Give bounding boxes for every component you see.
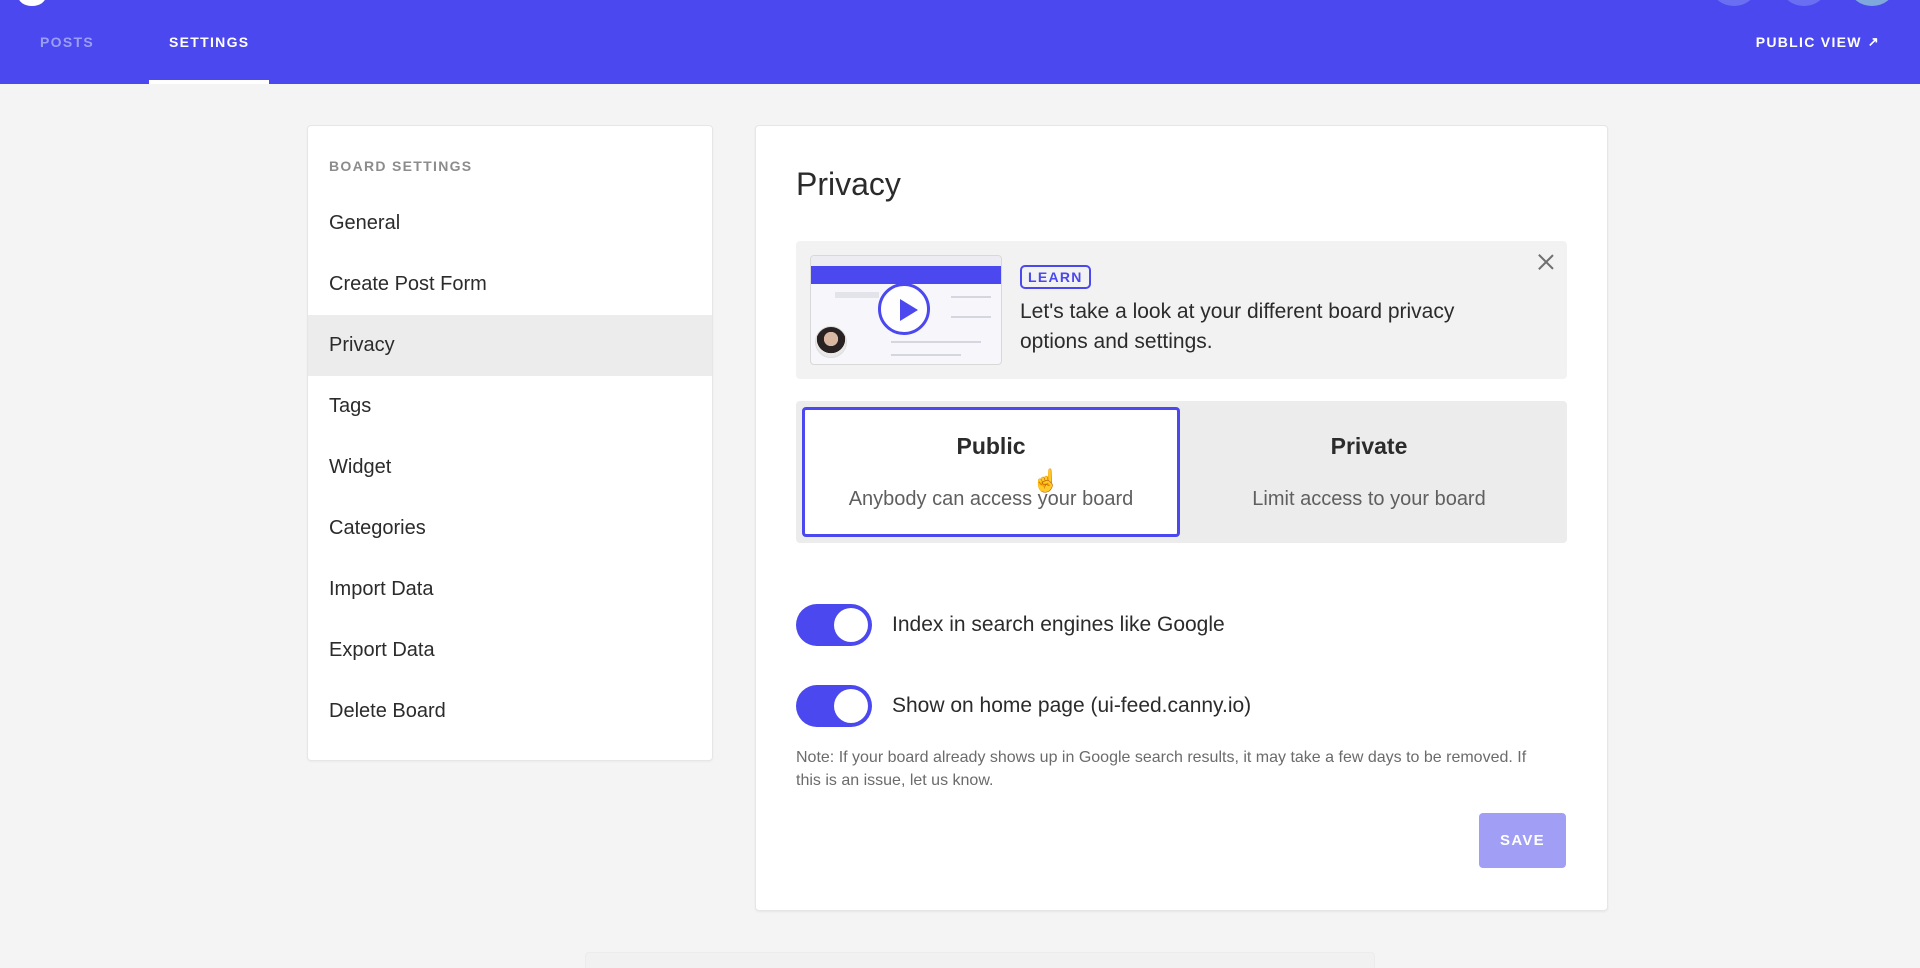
sidebar-item-delete-board[interactable]: Delete Board (308, 681, 712, 742)
tab-settings[interactable]: SETTINGS (149, 0, 270, 84)
thumbnail-line (951, 316, 991, 318)
sidebar-item-widget[interactable]: Widget (308, 437, 712, 498)
option-title: Public (956, 433, 1026, 459)
sidebar-menu: General Create Post Form Privacy Tags Wi… (308, 193, 712, 742)
sidebar-item-general[interactable]: General (308, 193, 712, 254)
privacy-note: Note: If your board already shows up in … (796, 749, 1527, 789)
external-link-icon: ↗ (1867, 34, 1880, 49)
option-title: Private (1330, 433, 1408, 459)
privacy-option-private[interactable]: Private Limit access to your board (1180, 407, 1558, 537)
public-view-link[interactable]: PUBLIC VIEW ↗ (1756, 0, 1880, 84)
sidebar-item-create-post-form[interactable]: Create Post Form (308, 254, 712, 315)
close-icon[interactable] (1535, 251, 1557, 273)
thumbnail-sidebar (835, 292, 879, 298)
sidebar-heading: BOARD SETTINGS (329, 158, 473, 174)
learn-badge: LEARN (1020, 265, 1091, 289)
board-settings-sidebar: BOARD SETTINGS General Create Post Form … (307, 125, 713, 761)
sidebar-item-categories[interactable]: Categories (308, 498, 712, 559)
sidebar-item-export-data[interactable]: Export Data (308, 620, 712, 681)
notification-icon[interactable] (1712, 0, 1756, 6)
public-view-label: PUBLIC VIEW (1755, 34, 1862, 50)
nav-tabs: POSTS SETTINGS (0, 0, 270, 84)
presenter-avatar (815, 326, 847, 358)
index-search-engines-setting: Index in search engines like Google (796, 604, 1225, 646)
toggle-knob (834, 689, 868, 723)
thumbnail-line (951, 296, 991, 298)
thumbnail-header (811, 266, 1001, 284)
sidebar-item-privacy[interactable]: Privacy (308, 315, 712, 376)
thumbnail-line (891, 341, 981, 343)
top-nav-bar: POSTS SETTINGS PUBLIC VIEW ↗ (0, 0, 1920, 84)
show-on-home-page-setting: Show on home page (ui-feed.canny.io) (796, 685, 1251, 727)
learn-banner: LEARN Let's take a look at your differen… (796, 241, 1567, 379)
privacy-option-selector: Public Anybody can access your board Pri… (796, 401, 1567, 543)
show-on-home-page-toggle[interactable] (796, 685, 872, 727)
video-thumbnail[interactable] (810, 255, 1002, 365)
page-title: Privacy (796, 166, 901, 202)
privacy-settings-panel: Privacy LEARN Let's take a look at your … (755, 125, 1608, 911)
sidebar-item-tags[interactable]: Tags (308, 376, 712, 437)
privacy-option-public[interactable]: Public Anybody can access your board (802, 407, 1180, 537)
index-search-engines-toggle[interactable] (796, 604, 872, 646)
learn-text: Let's take a look at your different boar… (1020, 300, 1455, 353)
play-icon[interactable] (878, 283, 930, 335)
bottom-panel-edge (585, 952, 1375, 968)
sidebar-item-import-data[interactable]: Import Data (308, 559, 712, 620)
option-description: Anybody can access your board (848, 488, 1134, 510)
tab-posts[interactable]: POSTS (40, 0, 129, 84)
toggle-knob (834, 608, 868, 642)
toggle-label: Index in search engines like Google (892, 613, 1225, 636)
thumbnail-line (891, 354, 961, 356)
thumbnail-browser-bar (811, 256, 1001, 266)
option-description: Limit access to your board (1252, 488, 1486, 510)
toggle-label: Show on home page (ui-feed.canny.io) (892, 694, 1252, 717)
save-button[interactable]: SAVE (1479, 813, 1566, 868)
